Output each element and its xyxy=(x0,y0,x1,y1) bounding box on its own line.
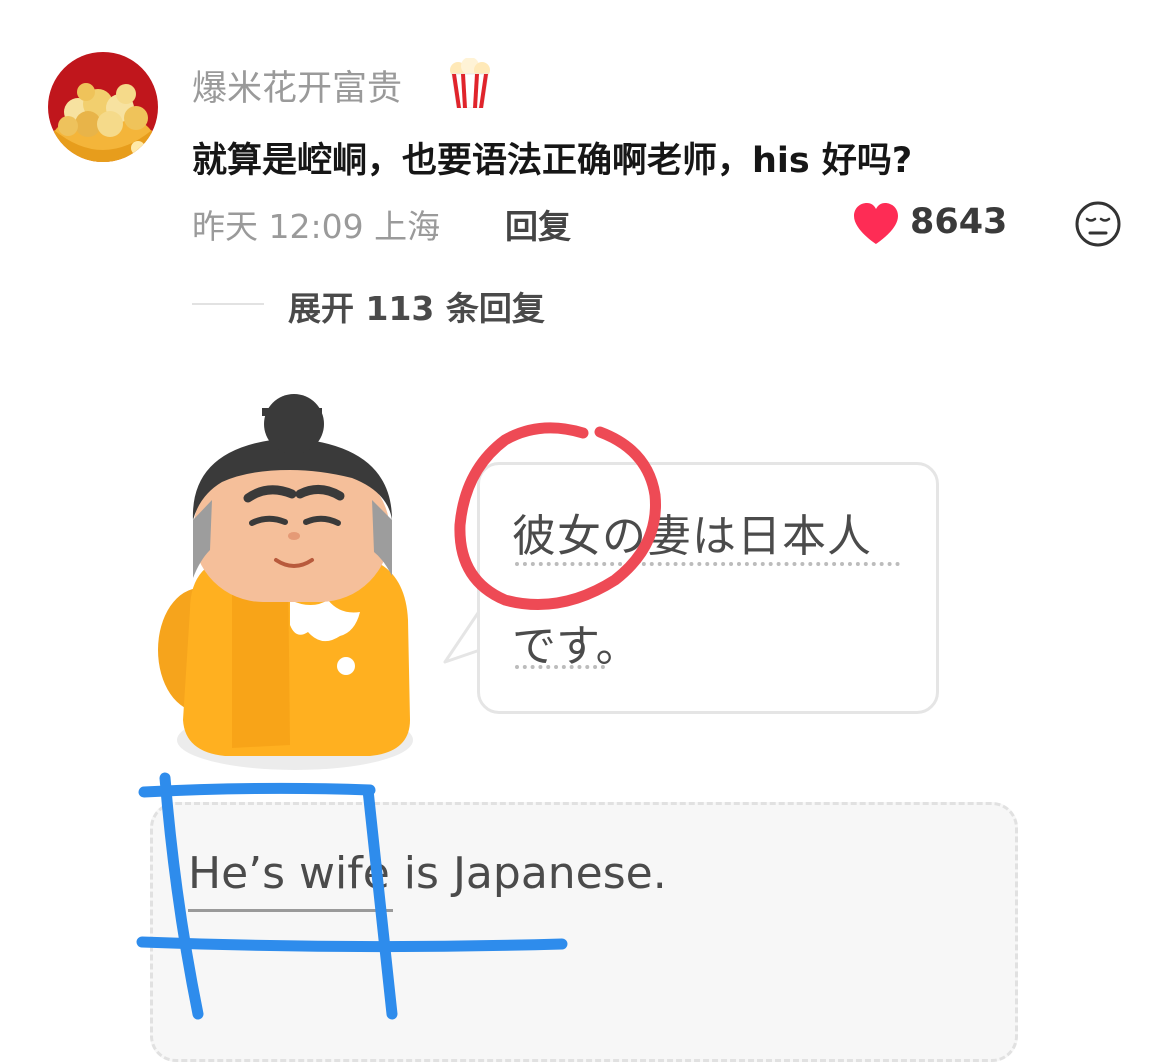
bubble-sentence-line1[interactable]: 彼女の妻は日本人 xyxy=(512,500,872,564)
popcorn-bowl-avatar-image xyxy=(48,52,158,162)
like-count: 8643 xyxy=(910,202,1008,242)
bubble-dotted-underline-1 xyxy=(515,562,900,566)
avatar[interactable] xyxy=(48,52,158,162)
unamused-face-icon[interactable] xyxy=(1074,200,1122,248)
heart-icon[interactable] xyxy=(852,202,900,246)
popcorn-icon xyxy=(448,57,492,109)
answer-box xyxy=(150,802,1018,1062)
comment-text: 就算是崆峒，也要语法正确啊老师，his 好吗? xyxy=(192,141,913,181)
answer-underline xyxy=(188,909,393,912)
answer-text: He’s wife is Japanese. xyxy=(188,848,667,899)
bubble-dotted-underline-2 xyxy=(515,665,605,669)
expand-replies-button[interactable]: 展开 113 条回复 xyxy=(288,282,545,330)
comment-time-location: 昨天 12:09 上海 xyxy=(192,207,441,246)
expand-divider xyxy=(192,303,264,305)
username[interactable]: 爆米花开富贵 xyxy=(192,60,402,111)
reply-button[interactable]: 回复 xyxy=(505,200,571,248)
